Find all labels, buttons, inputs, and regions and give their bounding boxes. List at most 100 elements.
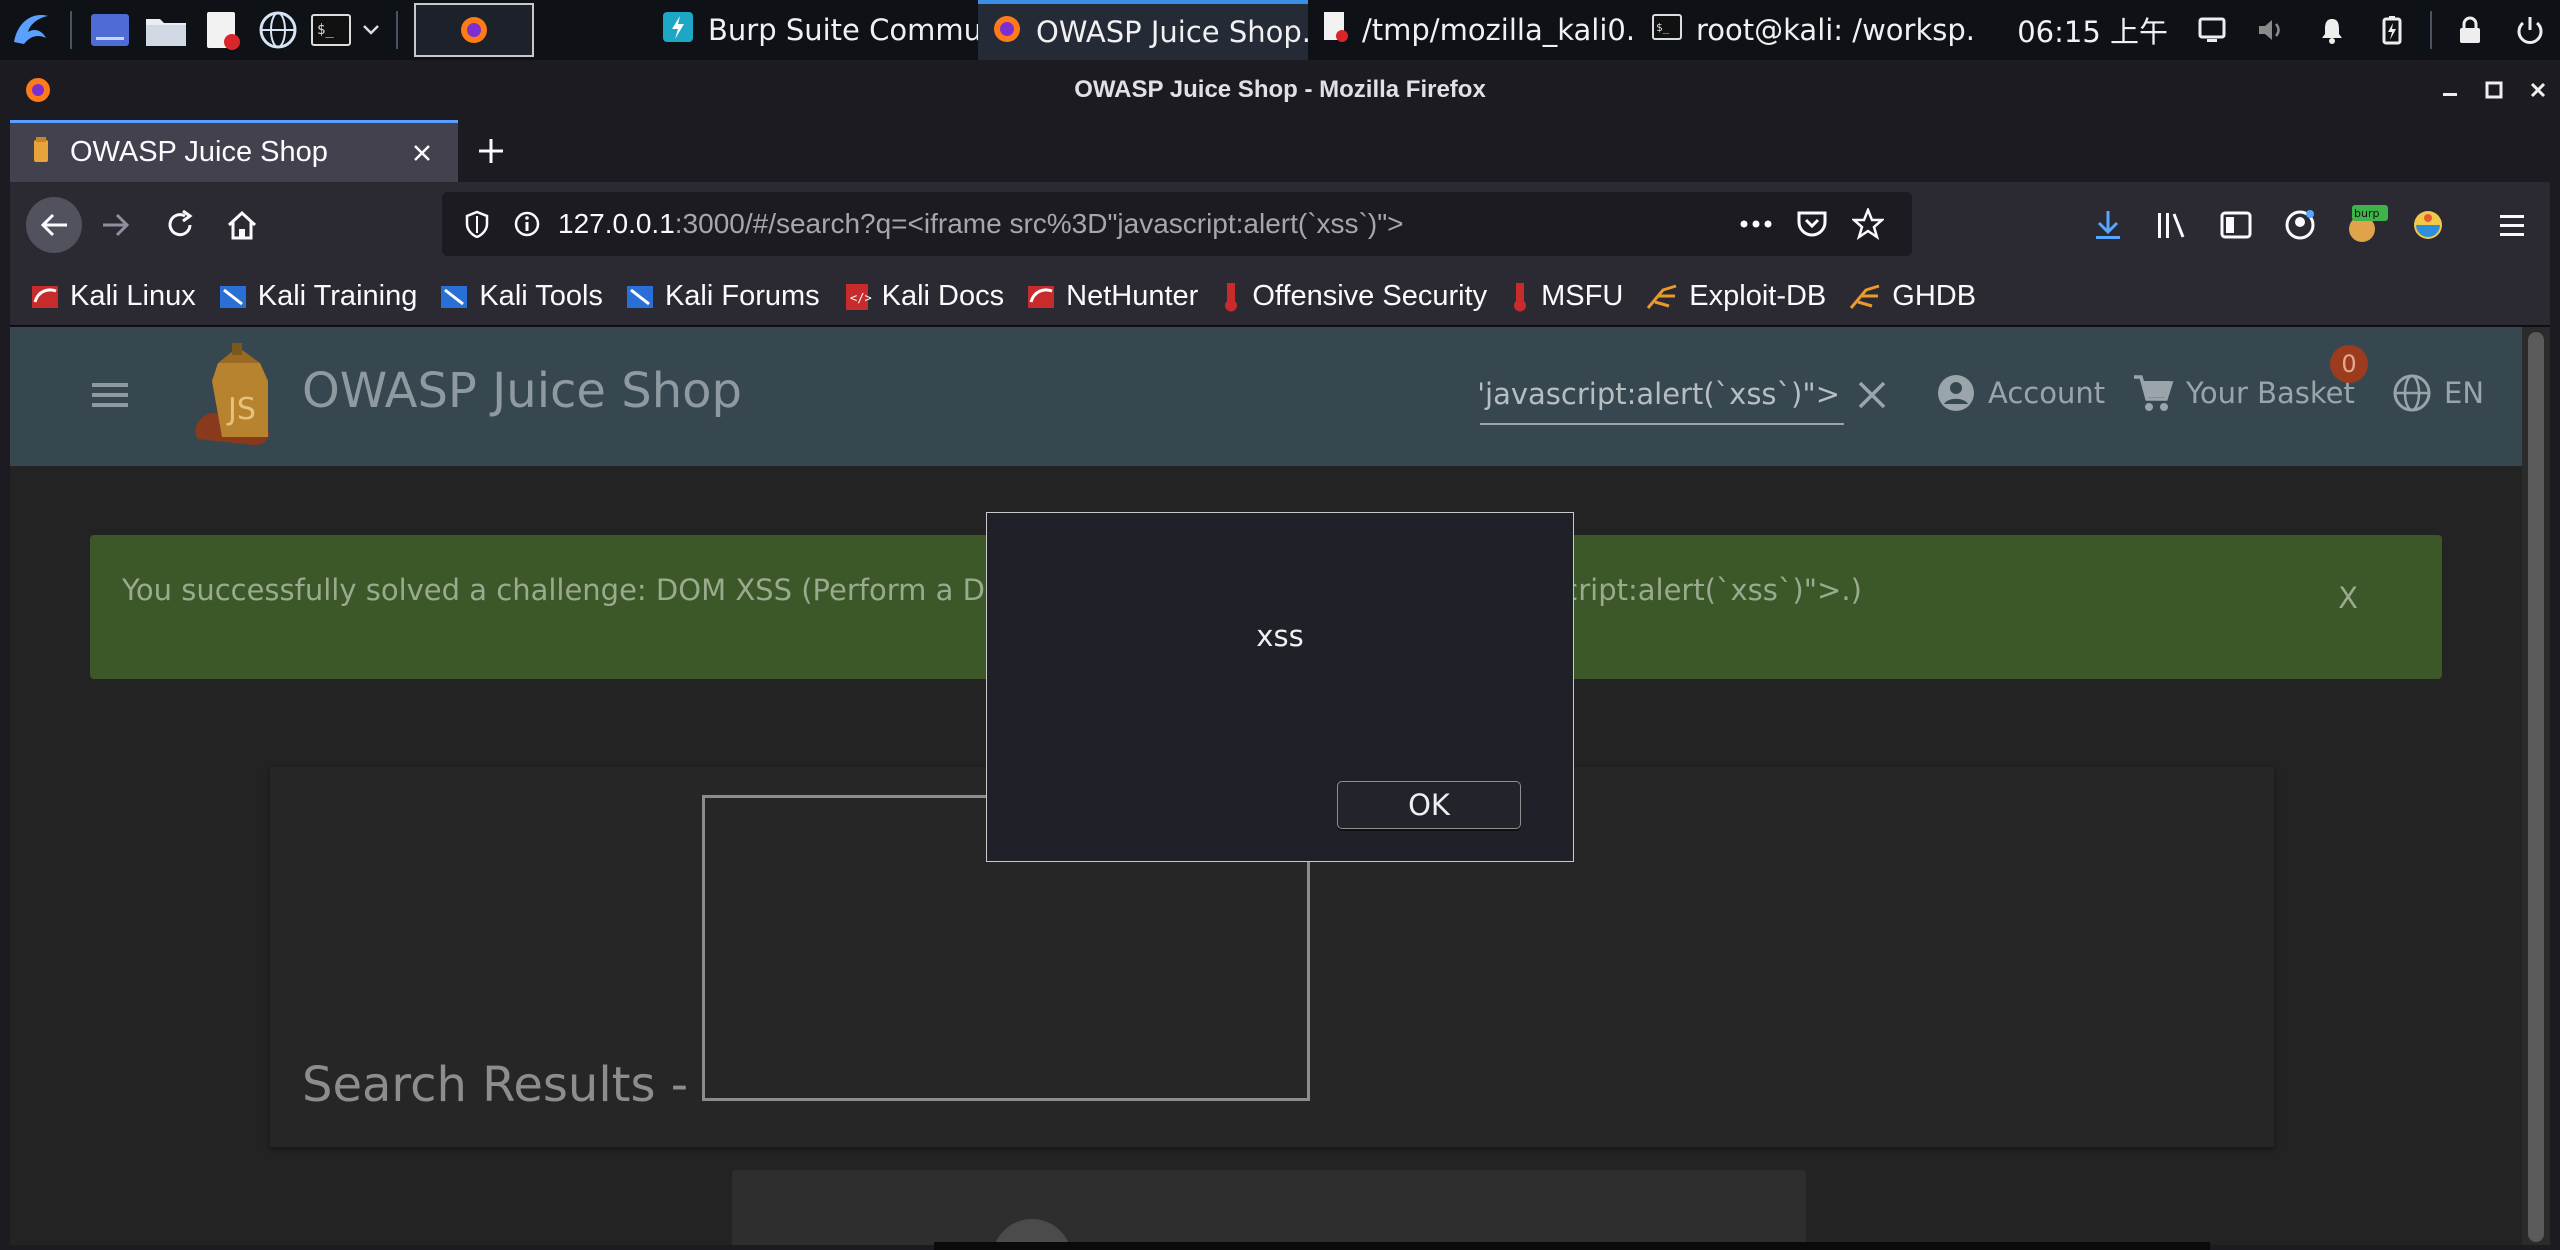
bookmark-ghdb[interactable]: GHDB bbox=[1848, 273, 1976, 321]
bookmark-label: Offensive Security bbox=[1252, 280, 1488, 312]
bookmark-label: Kali Training bbox=[257, 280, 418, 312]
reload-button[interactable] bbox=[156, 201, 204, 249]
display-icon[interactable] bbox=[2182, 0, 2242, 60]
text-editor-icon bbox=[207, 12, 240, 50]
hamburger-menu-icon bbox=[2500, 215, 2524, 236]
bookmark-kali-training[interactable]: Kali Training bbox=[218, 273, 418, 321]
task-burp-suite[interactable]: Burp Suite Commu... bbox=[648, 0, 978, 60]
forward-button[interactable] bbox=[92, 201, 140, 249]
bookmark-kali-tools[interactable]: Kali Tools bbox=[439, 273, 603, 321]
maximize-button[interactable] bbox=[2472, 60, 2516, 120]
tab-label: OWASP Juice Shop bbox=[70, 136, 328, 168]
bookmark-kali-forums[interactable]: Kali Forums bbox=[625, 273, 820, 321]
tab-owasp-juice-shop[interactable]: OWASP Juice Shop bbox=[10, 120, 458, 182]
language-menu-button[interactable]: EN bbox=[2392, 373, 2484, 413]
burp-icon bbox=[662, 11, 694, 50]
notifications-icon[interactable] bbox=[2302, 0, 2362, 60]
volume-icon[interactable] bbox=[2242, 0, 2302, 60]
close-icon bbox=[414, 144, 430, 161]
svg-text:</>: </> bbox=[850, 291, 872, 305]
terminal-launcher[interactable]: $_ bbox=[306, 0, 356, 60]
account-label: Account bbox=[1988, 376, 2106, 410]
product-card[interactable] bbox=[732, 1170, 1806, 1245]
maximize-icon bbox=[2485, 81, 2503, 99]
pocket-icon bbox=[1797, 211, 1827, 237]
bookmark-offensive-security[interactable]: Offensive Security bbox=[1220, 273, 1487, 321]
file-manager-launcher[interactable] bbox=[138, 0, 194, 60]
close-window-button[interactable] bbox=[2516, 60, 2560, 120]
search-clear-button[interactable] bbox=[1852, 375, 1892, 415]
page-scrollbar[interactable] bbox=[2522, 327, 2550, 1245]
tab-close-button[interactable] bbox=[404, 135, 440, 171]
basket-button[interactable]: Your Basket bbox=[2132, 373, 2355, 413]
burp-proxy-extension[interactable]: burp bbox=[2338, 201, 2390, 249]
juice-shop-logo[interactable]: JS bbox=[188, 341, 284, 455]
back-arrow-icon bbox=[40, 213, 67, 237]
task-label: Burp Suite Commu... bbox=[708, 13, 978, 47]
basket-label: Your Basket bbox=[2186, 376, 2355, 410]
bookmark-nethunter[interactable]: NetHunter bbox=[1026, 273, 1198, 321]
globe-icon bbox=[259, 11, 297, 49]
site-info-icon[interactable] bbox=[508, 204, 546, 244]
task-terminal[interactable]: $_ root@kali: /worksp... bbox=[1638, 0, 1978, 60]
url-path: :3000/#/search?q=<iframe src%3D"javascri… bbox=[674, 208, 1404, 239]
burp-extension-icon: burp bbox=[2349, 205, 2388, 242]
panel-separator bbox=[70, 11, 72, 49]
app-title[interactable]: OWASP Juice Shop bbox=[302, 363, 742, 419]
extension-button[interactable] bbox=[2402, 201, 2454, 249]
svg-text:JS: JS bbox=[226, 392, 256, 427]
account-button[interactable] bbox=[2274, 201, 2326, 249]
text-editor-launcher[interactable] bbox=[194, 0, 250, 60]
notification-close-button[interactable]: X bbox=[2338, 581, 2358, 615]
firefox-icon bbox=[24, 76, 52, 108]
kali-menu-button[interactable] bbox=[0, 0, 60, 60]
bookmark-exploit-db[interactable]: Exploit-DB bbox=[1645, 273, 1826, 321]
logout-icon[interactable] bbox=[2500, 0, 2560, 60]
show-desktop-button[interactable] bbox=[82, 0, 138, 60]
svg-text:$_: $_ bbox=[317, 22, 334, 38]
page-actions-button[interactable] bbox=[1728, 200, 1784, 248]
workspace-1[interactable] bbox=[412, 0, 536, 60]
pocket-button[interactable] bbox=[1784, 200, 1840, 248]
address-bar[interactable]: 127.0.0.1 :3000/#/search?q=<iframe src%3… bbox=[442, 192, 1912, 256]
scrollbar-thumb[interactable] bbox=[2528, 332, 2544, 1242]
bookmark-kali-linux[interactable]: Kali Linux bbox=[30, 273, 196, 321]
bookmark-kali-docs[interactable]: </> Kali Docs bbox=[842, 273, 1005, 321]
lock-screen-icon[interactable] bbox=[2440, 0, 2500, 60]
bookmark-label: Kali Docs bbox=[881, 280, 1005, 312]
home-button[interactable] bbox=[218, 201, 266, 249]
terminal-dropdown[interactable] bbox=[356, 0, 386, 60]
close-icon bbox=[1858, 381, 1886, 409]
tab-strip: OWASP Juice Shop bbox=[0, 120, 2560, 182]
firefox-icon bbox=[461, 17, 487, 43]
product-search-input[interactable]: ="javascript:alert(`xss`)"> bbox=[1480, 373, 1844, 425]
search-results-heading: Search Results - bbox=[302, 1057, 689, 1113]
browser-launcher[interactable] bbox=[250, 0, 306, 60]
library-button[interactable] bbox=[2146, 201, 2198, 249]
alert-message: xss bbox=[1256, 619, 1304, 653]
clock[interactable]: 06:15 上午 bbox=[2003, 9, 2182, 51]
sidenav-toggle-button[interactable] bbox=[84, 371, 136, 419]
minimize-button[interactable] bbox=[2428, 60, 2472, 120]
sidebar-button[interactable] bbox=[2210, 201, 2262, 249]
back-button[interactable] bbox=[26, 197, 82, 253]
forward-arrow-icon bbox=[103, 213, 130, 237]
bookmark-msfu[interactable]: MSFU bbox=[1509, 273, 1623, 321]
new-tab-button[interactable] bbox=[470, 130, 512, 172]
downloads-button[interactable] bbox=[2082, 201, 2134, 249]
window-titlebar[interactable]: OWASP Juice Shop - Mozilla Firefox bbox=[0, 60, 2560, 120]
task-tmp-file[interactable]: /tmp/mozilla_kali0... bbox=[1308, 0, 1638, 60]
app-menu-button[interactable] bbox=[2486, 201, 2538, 249]
task-firefox[interactable]: OWASP Juice Shop... bbox=[978, 0, 1308, 60]
minimize-icon bbox=[2443, 93, 2457, 96]
globe-icon bbox=[2393, 374, 2431, 412]
window-border-left bbox=[0, 120, 10, 1250]
bookmark-star-button[interactable] bbox=[1840, 200, 1896, 248]
nethunter-icon bbox=[1026, 282, 1056, 312]
library-icon bbox=[2158, 213, 2185, 238]
account-menu-button[interactable]: Account bbox=[1936, 373, 2105, 413]
alert-ok-button[interactable]: OK bbox=[1337, 781, 1521, 829]
battery-icon[interactable] bbox=[2362, 0, 2422, 60]
bookmark-label: Kali Linux bbox=[70, 280, 196, 312]
tracking-protection-icon[interactable] bbox=[458, 204, 496, 244]
